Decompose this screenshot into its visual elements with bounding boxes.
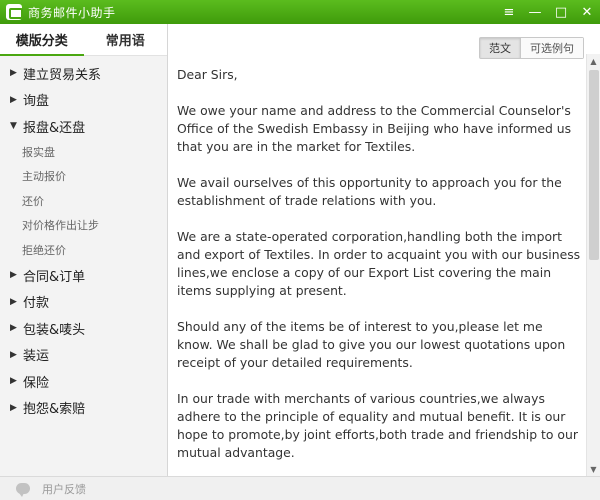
category-label: 询盘 [23,94,50,110]
category-inquiry[interactable]: ▶ 询盘 [0,87,167,114]
sidebar-tabs: 模版分类 常用语 [0,24,167,56]
letter-paragraph: Dear Sirs, [177,67,238,82]
category-label: 合同&订单 [23,269,86,285]
tab-common-phrases[interactable]: 常用语 [83,24,167,55]
feedback-link[interactable]: 用户反馈 [42,481,86,497]
category-label: 装运 [23,349,50,365]
footer-bar: 用户反馈 [0,476,600,500]
window-title: 商务邮件小助手 [28,5,116,20]
category-establish-relations[interactable]: ▶ 建立贸易关系 [0,60,167,87]
category-insurance[interactable]: ▶ 保险 [0,368,167,395]
letter-paragraph: Should any of the items be of interest t… [177,319,566,370]
view-toggle: 范文 可选例句 [479,37,584,59]
letter-content[interactable]: Dear Sirs, We owe your name and address … [177,66,581,476]
chevron-right-icon: ▶ [10,323,17,334]
category-packing-marks[interactable]: ▶ 包装&唛头 [0,315,167,342]
close-button[interactable]: ✕ [574,0,600,24]
scroll-up-arrow-icon[interactable]: ▲ [587,54,600,68]
category-label: 保险 [23,375,50,391]
sidebar: 模版分类 常用语 ▶ 建立贸易关系 ▶ 询盘 ▼ 报盘&还盘 报实盘 主动报价 … [0,24,168,476]
chevron-right-icon: ▶ [10,376,17,387]
title-bar: 商务邮件小助手 ≡ — □ ✕ [0,0,600,24]
chevron-right-icon: ▶ [10,349,17,360]
chat-bubble-icon[interactable] [16,483,30,497]
subitem-firm-offer[interactable]: 报实盘 [0,140,167,165]
vertical-scrollbar[interactable]: ▲ ▼ [586,54,600,476]
window-controls: ≡ — □ ✕ [496,0,600,24]
letter-paragraph: In our trade with merchants of various c… [177,391,578,460]
category-label: 报盘&还盘 [23,120,86,136]
optional-sentences-button[interactable]: 可选例句 [520,38,583,58]
category-label: 建立贸易关系 [23,67,102,83]
category-label: 包装&唛头 [23,322,86,338]
subitem-active-quote[interactable]: 主动报价 [0,164,167,189]
letter-paragraph: We avail ourselves of this opportunity t… [177,175,562,208]
category-shipment[interactable]: ▶ 装运 [0,342,167,369]
category-contract-order[interactable]: ▶ 合同&订单 [0,262,167,289]
scroll-down-arrow-icon[interactable]: ▼ [587,462,600,476]
chevron-down-icon: ▼ [10,121,17,132]
category-list: ▶ 建立贸易关系 ▶ 询盘 ▼ 报盘&还盘 报实盘 主动报价 还价 对价格作出让… [0,56,167,421]
category-complaint-claim[interactable]: ▶ 抱怨&索赔 [0,395,167,422]
scroll-thumb[interactable] [589,70,599,260]
minimize-button[interactable]: — [522,0,548,24]
menu-icon[interactable]: ≡ [496,0,522,24]
subitem-reject-counter[interactable]: 拒绝还价 [0,238,167,263]
chevron-right-icon: ▶ [10,94,17,105]
category-payment[interactable]: ▶ 付款 [0,289,167,316]
chevron-right-icon: ▶ [10,270,17,281]
subitem-counter-price[interactable]: 还价 [0,189,167,214]
category-label: 付款 [23,296,50,312]
letter-paragraph: We are a state-operated corporation,hand… [177,229,581,298]
subitem-price-concession[interactable]: 对价格作出让步 [0,213,167,238]
app-mail-icon [6,4,23,20]
chevron-right-icon: ▶ [10,402,17,413]
sample-letter-button[interactable]: 范文 [480,38,520,58]
letter-paragraph: We owe your name and address to the Comm… [177,103,572,154]
chevron-right-icon: ▶ [10,68,17,79]
category-offer-counteroffer[interactable]: ▼ 报盘&还盘 [0,113,167,140]
main-panel: 范文 可选例句 Dear Sirs, We owe your name and … [169,24,600,476]
category-label: 抱怨&索赔 [23,402,86,418]
tab-template-categories[interactable]: 模版分类 [0,24,84,56]
maximize-button[interactable]: □ [548,0,574,24]
chevron-right-icon: ▶ [10,296,17,307]
